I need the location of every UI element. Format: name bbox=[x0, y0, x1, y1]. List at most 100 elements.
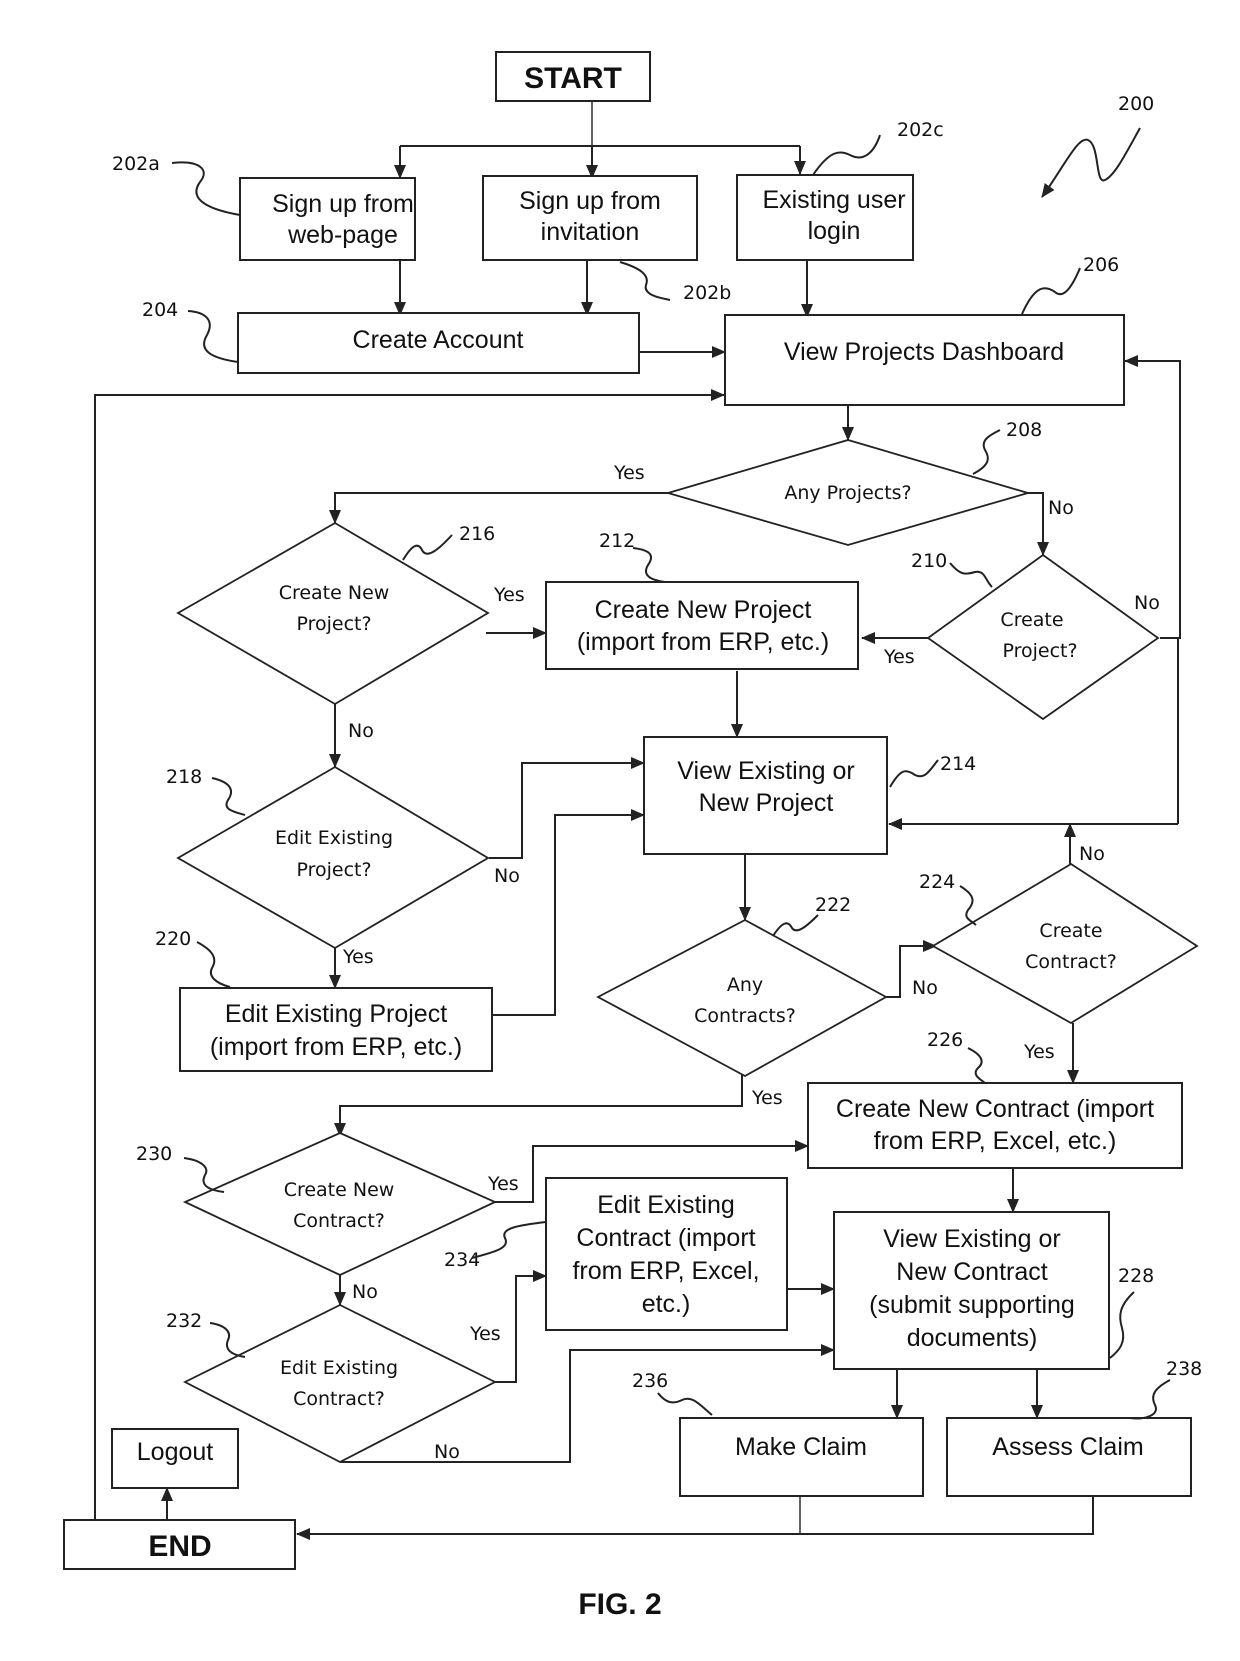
ref-202c: 202c bbox=[897, 119, 944, 141]
any-projects-label: Any Projects? bbox=[784, 482, 911, 504]
leader-224 bbox=[959, 885, 977, 926]
create-new-contract-line2: from ERP, Excel, etc.) bbox=[874, 1127, 1117, 1155]
edge-label-create-new-contract-no: No bbox=[352, 1281, 378, 1303]
create-new-project-q-line2: Project? bbox=[296, 613, 371, 635]
create-account-label: Create Account bbox=[353, 326, 524, 354]
create-new-contract-q-line2: Contract? bbox=[293, 1210, 385, 1232]
create-new-project-q-line1: Create New bbox=[279, 582, 390, 604]
edge-label-edit-project-no: No bbox=[494, 865, 520, 887]
edge-any-projects-yes bbox=[329, 492, 670, 524]
signup-web-line2: web-page bbox=[287, 221, 398, 249]
create-new-project-line1: Create New Project bbox=[595, 596, 812, 624]
node-make-claim: Make Claim bbox=[679, 1417, 924, 1497]
edit-contract-q-line1: Edit Existing bbox=[280, 1357, 398, 1379]
ref-202a: 202a bbox=[112, 153, 160, 175]
leader-238 bbox=[1129, 1379, 1171, 1420]
edit-contract-line1: Edit Existing bbox=[597, 1191, 735, 1219]
signup-invite-line2: invitation bbox=[541, 218, 640, 246]
edge-label-create-project-no: No bbox=[1134, 592, 1160, 614]
make-claim-label: Make Claim bbox=[735, 1433, 867, 1461]
leader-206 bbox=[1021, 267, 1081, 315]
edit-project-line2: (import from ERP, etc.) bbox=[210, 1033, 462, 1061]
signup-web-line1: Sign up from bbox=[272, 190, 414, 218]
leader-200-arrow bbox=[1041, 127, 1141, 198]
figure-caption: FIG. 2 bbox=[578, 1588, 661, 1621]
leader-218 bbox=[211, 777, 246, 816]
ref-210: 210 bbox=[911, 550, 947, 572]
node-edit-contract: Edit Existing Contract (import from ERP,… bbox=[545, 1177, 788, 1331]
edit-project-q-line2: Project? bbox=[296, 859, 371, 881]
node-view-contract: View Existing or New Contract (submit su… bbox=[833, 1211, 1110, 1370]
edge-any-contracts-yes bbox=[334, 1075, 743, 1137]
ref-224: 224 bbox=[919, 871, 955, 893]
edit-contract-line3: from ERP, Excel, bbox=[572, 1257, 759, 1285]
node-create-project-q: Create Project? bbox=[926, 553, 1160, 721]
edge-claims-to-end bbox=[296, 1492, 1094, 1540]
edge-label-edit-project-yes: Yes bbox=[342, 946, 374, 968]
existing-login-line2: login bbox=[808, 217, 861, 245]
node-assess-claim: Assess Claim bbox=[946, 1417, 1192, 1497]
ref-216: 216 bbox=[459, 523, 495, 545]
leader-234 bbox=[471, 1221, 547, 1259]
logout-label: Logout bbox=[137, 1438, 214, 1466]
assess-claim-label: Assess Claim bbox=[992, 1433, 1143, 1461]
leader-232 bbox=[209, 1322, 246, 1358]
node-start: START bbox=[495, 51, 651, 102]
create-contract-q-line2: Contract? bbox=[1025, 951, 1117, 973]
ref-232: 232 bbox=[166, 1310, 202, 1332]
ref-234: 234 bbox=[444, 1249, 480, 1271]
node-create-new-project-q: Create New Project? bbox=[176, 521, 490, 706]
leader-204 bbox=[187, 310, 239, 363]
node-logout: Logout bbox=[111, 1428, 239, 1489]
create-new-contract-line1: Create New Contract (import bbox=[836, 1095, 1154, 1123]
edge-label-create-project-yes: Yes bbox=[883, 646, 915, 668]
dashboard-label: View Projects Dashboard bbox=[784, 338, 1064, 366]
node-view-project: View Existing or New Project bbox=[643, 736, 888, 855]
edge-label-create-new-project-no: No bbox=[348, 720, 374, 742]
view-contract-line2: New Contract bbox=[896, 1258, 1047, 1286]
ref-204: 204 bbox=[142, 299, 178, 321]
ref-214: 214 bbox=[940, 753, 976, 775]
leader-212 bbox=[632, 547, 666, 583]
edge-label-create-contract-no: No bbox=[1079, 843, 1105, 865]
node-create-contract-q: Create Contract? bbox=[931, 862, 1199, 1025]
create-project-q-line1: Create bbox=[1000, 609, 1063, 631]
leader-210 bbox=[949, 562, 993, 588]
ref-238: 238 bbox=[1166, 1358, 1202, 1380]
ref-220: 220 bbox=[155, 928, 191, 950]
ref-206: 206 bbox=[1083, 254, 1119, 276]
leader-202c bbox=[812, 134, 881, 176]
leader-222 bbox=[772, 914, 819, 937]
edit-project-line1: Edit Existing Project bbox=[225, 1000, 447, 1028]
edge-label-create-new-project-yes: Yes bbox=[493, 584, 525, 606]
create-contract-q-line1: Create bbox=[1039, 920, 1102, 942]
node-edit-project: Edit Existing Project (import from ERP, … bbox=[179, 987, 493, 1072]
flowchart: START Sign up from web-page Sign up from… bbox=[63, 51, 1202, 1621]
edge-label-any-contracts-no: No bbox=[912, 977, 938, 999]
ref-230: 230 bbox=[136, 1143, 172, 1165]
edge-label-any-projects-yes: Yes bbox=[613, 462, 645, 484]
edge-edit-contract-yes bbox=[495, 1270, 547, 1383]
any-contracts-line1: Any bbox=[727, 974, 763, 996]
edge-label-edit-contract-yes: Yes bbox=[469, 1323, 501, 1345]
ref-200: 200 bbox=[1118, 93, 1154, 115]
node-create-new-project: Create New Project (import from ERP, etc… bbox=[545, 581, 859, 670]
leader-236 bbox=[657, 1392, 713, 1416]
ref-208: 208 bbox=[1006, 419, 1042, 441]
node-existing-login: Existing user login bbox=[736, 174, 914, 261]
create-new-contract-q-line1: Create New bbox=[284, 1179, 395, 1201]
edge-label-any-projects-no: No bbox=[1048, 497, 1074, 519]
edit-contract-line4: etc.) bbox=[642, 1290, 691, 1318]
ref-228: 228 bbox=[1118, 1265, 1154, 1287]
leader-202a bbox=[171, 161, 241, 216]
node-create-account: Create Account bbox=[237, 312, 640, 374]
leader-228 bbox=[1109, 1291, 1135, 1359]
edge-label-edit-contract-no: No bbox=[434, 1441, 460, 1463]
edge-any-projects-no bbox=[1028, 492, 1049, 556]
view-contract-line1: View Existing or bbox=[883, 1225, 1060, 1253]
any-contracts-line2: Contracts? bbox=[694, 1005, 796, 1027]
view-contract-line4: documents) bbox=[907, 1324, 1038, 1352]
leader-226 bbox=[967, 1047, 986, 1084]
node-any-contracts: Any Contracts? bbox=[596, 918, 888, 1078]
edge-label-create-contract-yes: Yes bbox=[1023, 1041, 1055, 1063]
